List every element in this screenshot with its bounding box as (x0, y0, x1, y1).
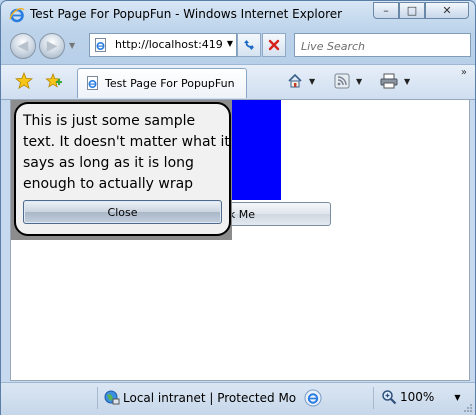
security-zone-text[interactable]: Local intranet | Protected Mode: Off (123, 391, 296, 405)
close-popup-button[interactable]: Close (23, 200, 222, 224)
feeds-dropdown-icon[interactable]: ▼ (356, 77, 362, 86)
toolbar-overflow-icon[interactable]: » (461, 67, 467, 78)
print-dropdown-icon[interactable]: ▼ (404, 77, 410, 86)
status-bar: Local intranet | Protected Mode: Off 100… (1, 382, 475, 415)
back-button[interactable]: ◀ (10, 33, 36, 59)
refresh-icon (244, 40, 254, 50)
print-button[interactable]: ▼ (380, 73, 410, 89)
window-controls: – □ ✕ (373, 2, 469, 19)
tab-label: Test Page For PopupFun (105, 77, 235, 90)
page-ie-icon (95, 38, 106, 52)
popup: This is just some sample text. It doesn'… (14, 102, 231, 236)
forward-button[interactable]: ▶ (39, 33, 65, 59)
protected-mode-icon[interactable] (304, 389, 322, 407)
forward-arrow-icon: ▶ (46, 38, 58, 54)
zoom-dropdown-icon[interactable]: ▼ (454, 393, 460, 402)
home-dropdown-icon[interactable]: ▼ (309, 77, 315, 86)
stop-icon (268, 39, 280, 51)
popup-text: This is just some sample text. It doesn'… (23, 113, 230, 192)
tab-command-bar: Test Page For PopupFun ▼ ▼ ▼ » (1, 64, 475, 100)
print-icon (380, 73, 398, 89)
page-content: Click Me This is just some sample text. … (10, 99, 470, 381)
maximize-button[interactable]: □ (399, 2, 425, 19)
address-bar[interactable]: http://localhost:419 ▼ (89, 33, 237, 57)
zoom-control[interactable]: 100% ▼ (381, 389, 460, 405)
close-icon: ✕ (442, 4, 452, 17)
zoom-magnifier-icon (382, 390, 397, 405)
back-arrow-icon: ◀ (17, 38, 29, 54)
browser-window: Test Page For PopupFun - Windows Interne… (0, 0, 476, 415)
title-bar: Test Page For PopupFun - Windows Interne… (1, 1, 475, 29)
refresh-button[interactable] (237, 33, 261, 57)
navigation-bar: ◀ ▶ ▼ http://localhost:419 ▼ (1, 29, 475, 63)
zoom-level: 100% (400, 390, 435, 404)
feeds-icon (334, 73, 350, 89)
intranet-zone-icon (104, 390, 120, 405)
favorites-star-icon[interactable] (15, 72, 33, 90)
minimize-button[interactable]: – (373, 2, 399, 19)
home-icon (288, 73, 302, 88)
close-window-button[interactable]: ✕ (425, 2, 469, 19)
status-divider (373, 387, 374, 409)
feeds-button[interactable]: ▼ (334, 73, 362, 89)
search-input[interactable] (299, 35, 463, 57)
status-divider (97, 387, 98, 409)
resize-grip-icon[interactable] (463, 403, 473, 413)
maximize-icon: □ (406, 4, 418, 17)
ie-logo-icon (9, 8, 25, 23)
minimize-icon: – (383, 4, 389, 17)
window-title: Test Page For PopupFun - Windows Interne… (30, 7, 343, 21)
home-button[interactable]: ▼ (287, 73, 315, 89)
page-ie-icon (87, 76, 98, 90)
address-url[interactable]: http://localhost:419 (115, 38, 225, 51)
search-box[interactable] (294, 33, 471, 57)
tab-test-page[interactable]: Test Page For PopupFun (77, 68, 247, 98)
address-dropdown-icon[interactable]: ▼ (227, 39, 233, 48)
history-dropdown-icon[interactable]: ▼ (69, 41, 75, 50)
stop-button[interactable] (262, 33, 286, 57)
add-favorite-icon[interactable] (45, 72, 63, 90)
